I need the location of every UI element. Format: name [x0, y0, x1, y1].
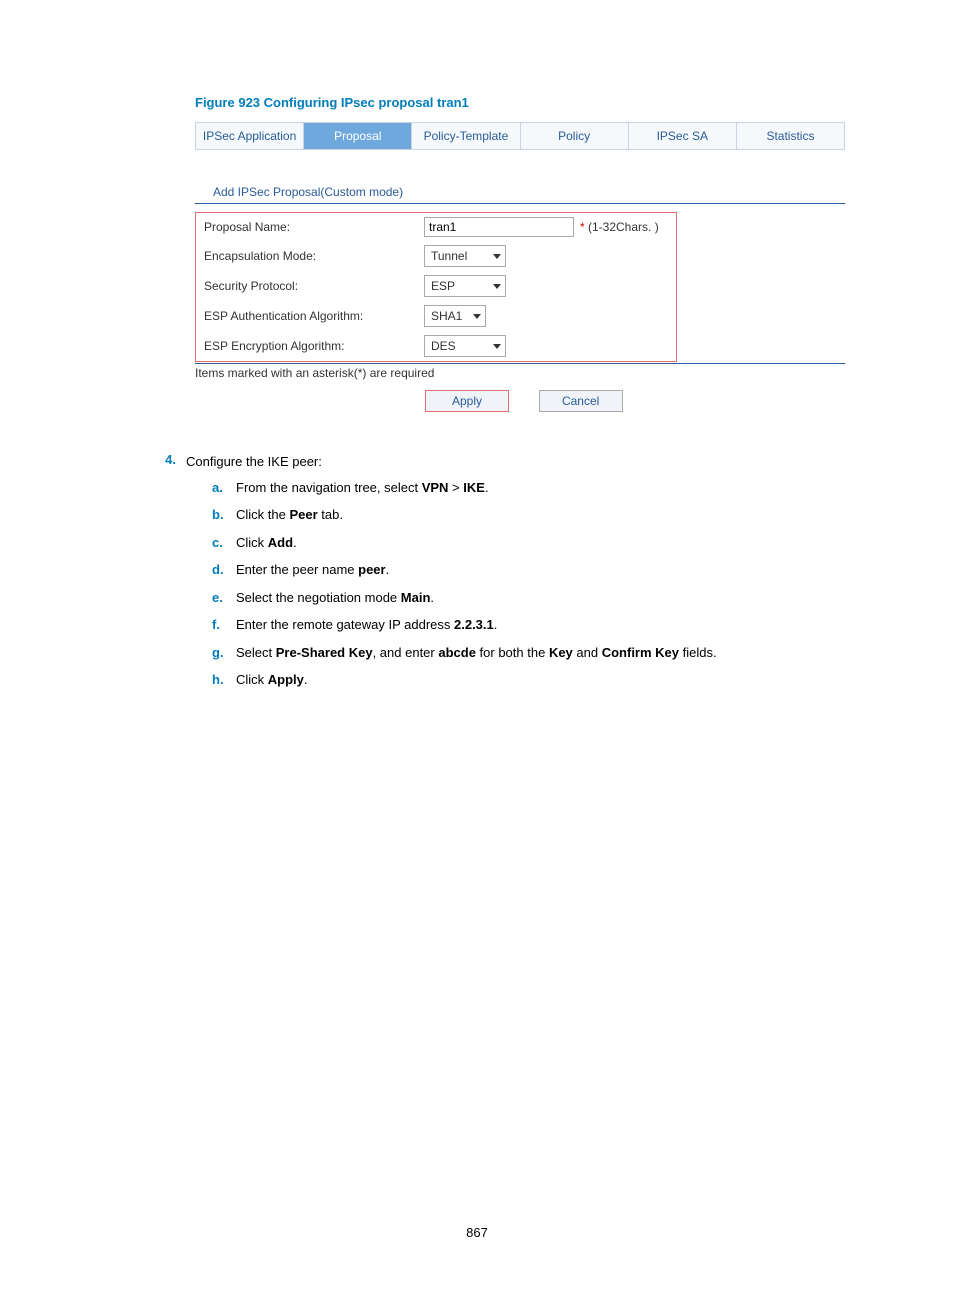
- page-number: 867: [0, 1225, 954, 1240]
- tab-ipsec-application[interactable]: IPSec Application: [196, 123, 304, 149]
- required-note: Items marked with an asterisk(*) are req…: [195, 363, 845, 380]
- security-label: Security Protocol:: [204, 279, 424, 293]
- encapsulation-label: Encapsulation Mode:: [204, 249, 424, 263]
- substep-b: b. Click the Peer tab.: [212, 505, 854, 525]
- tab-bar: IPSec Application Proposal Policy-Templa…: [195, 122, 845, 150]
- esp-enc-value: DES: [431, 339, 456, 353]
- chevron-down-icon: [493, 284, 501, 289]
- section-title: Add IPSec Proposal(Custom mode): [195, 185, 845, 204]
- instructions: 4. Configure the IKE peer: a. From the n…: [140, 452, 854, 690]
- chevron-down-icon: [493, 254, 501, 259]
- substep-e: e. Select the negotiation mode Main.: [212, 588, 854, 608]
- substep-d: d. Enter the peer name peer.: [212, 560, 854, 580]
- esp-enc-select[interactable]: DES: [424, 335, 506, 357]
- tab-policy-template[interactable]: Policy-Template: [412, 123, 520, 149]
- tab-proposal[interactable]: Proposal: [304, 123, 412, 149]
- apply-button[interactable]: Apply: [425, 390, 509, 412]
- figure-title: Figure 923 Configuring IPsec proposal tr…: [195, 95, 854, 110]
- tab-policy[interactable]: Policy: [521, 123, 629, 149]
- substep-g: g. Select Pre-Shared Key, and enter abcd…: [212, 643, 854, 663]
- tab-ipsec-sa[interactable]: IPSec SA: [629, 123, 737, 149]
- cancel-button[interactable]: Cancel: [539, 390, 623, 412]
- chevron-down-icon: [493, 344, 501, 349]
- esp-enc-label: ESP Encryption Algorithm:: [204, 339, 424, 353]
- esp-auth-label: ESP Authentication Algorithm:: [204, 309, 424, 323]
- proposal-name-hint: * (1-32Chars. ): [580, 220, 659, 234]
- proposal-name-input[interactable]: [424, 217, 574, 237]
- substep-h: h. Click Apply.: [212, 670, 854, 690]
- step-text: Configure the IKE peer:: [186, 452, 322, 472]
- chevron-down-icon: [473, 314, 481, 319]
- esp-auth-select[interactable]: SHA1: [424, 305, 486, 327]
- proposal-name-label: Proposal Name:: [204, 220, 424, 234]
- substep-c: c. Click Add.: [212, 533, 854, 553]
- ipsec-screenshot: IPSec Application Proposal Policy-Templa…: [195, 122, 845, 412]
- substep-a: a. From the navigation tree, select VPN …: [212, 478, 854, 498]
- security-value: ESP: [431, 279, 455, 293]
- tab-statistics[interactable]: Statistics: [737, 123, 844, 149]
- step-number: 4.: [140, 452, 186, 472]
- esp-auth-value: SHA1: [431, 309, 462, 323]
- security-select[interactable]: ESP: [424, 275, 506, 297]
- encapsulation-value: Tunnel: [431, 249, 467, 263]
- encapsulation-select[interactable]: Tunnel: [424, 245, 506, 267]
- form-box: Proposal Name: * (1-32Chars. ) Encapsula…: [195, 212, 677, 362]
- substep-f: f. Enter the remote gateway IP address 2…: [212, 615, 854, 635]
